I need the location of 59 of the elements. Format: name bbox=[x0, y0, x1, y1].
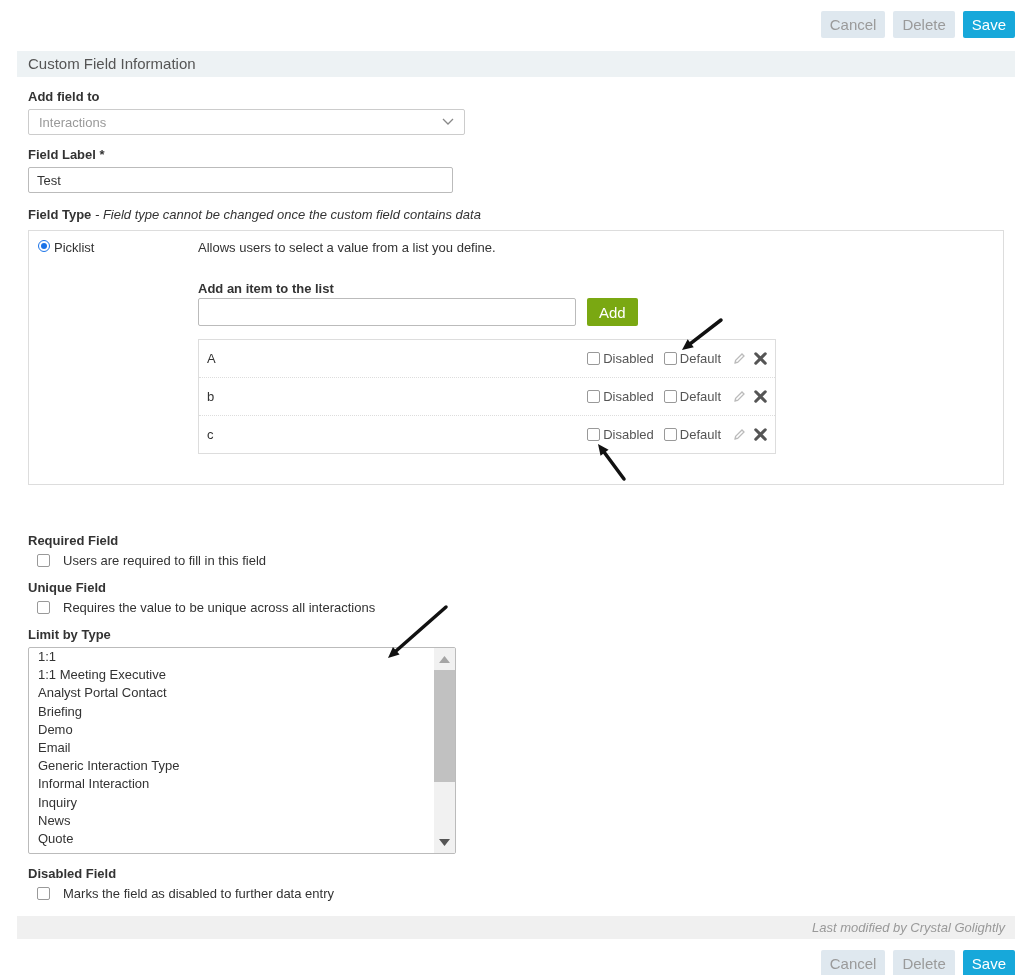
checkbox-label: Marks the field as disabled to further data entry bbox=[63, 886, 334, 901]
item-value: A bbox=[207, 351, 217, 366]
last-modified-text: Last modified by Crystal Golightly bbox=[812, 920, 1005, 935]
checkbox-label: Default bbox=[679, 351, 721, 366]
pencil-icon[interactable] bbox=[733, 352, 746, 365]
checkbox-label: Disabled bbox=[603, 389, 654, 404]
radio-button[interactable] bbox=[38, 240, 50, 252]
field-label: Limit by Type bbox=[28, 627, 112, 642]
checkbox[interactable] bbox=[37, 887, 50, 900]
list-item[interactable]: Quote bbox=[38, 829, 434, 849]
checkbox-label: Disabled bbox=[603, 351, 654, 366]
field-label: Disabled Field bbox=[28, 866, 118, 881]
checkbox[interactable] bbox=[663, 428, 677, 441]
item-value: c bbox=[207, 427, 215, 442]
scroll-thumb[interactable] bbox=[434, 670, 455, 782]
item-value: b bbox=[207, 389, 216, 404]
list-item[interactable]: 1:1 Meeting Executive bbox=[38, 666, 434, 685]
checkbox-label: Default bbox=[679, 427, 721, 442]
input-field[interactable] bbox=[198, 298, 576, 326]
checkbox-label: Default bbox=[679, 389, 721, 404]
checkbox[interactable] bbox=[587, 428, 601, 441]
field-label: Add an item to the list bbox=[198, 281, 335, 296]
list-item[interactable]: Generic Interaction Type bbox=[38, 757, 434, 776]
field-type-heading: Field Type - Field type cannot be changed once the custom field contains data bbox=[28, 207, 482, 222]
pencil-icon[interactable] bbox=[733, 428, 746, 441]
delete-icon[interactable] bbox=[754, 390, 767, 403]
field-label: Field Label * bbox=[28, 147, 106, 162]
checkbox[interactable] bbox=[37, 554, 50, 567]
scroll-down-icon bbox=[439, 839, 450, 846]
checkbox-label: Disabled bbox=[603, 427, 654, 442]
list-item[interactable]: Informal Interaction bbox=[38, 775, 434, 794]
delete-icon[interactable] bbox=[754, 428, 767, 441]
checkbox[interactable] bbox=[663, 390, 677, 403]
list-item[interactable]: Demo bbox=[38, 720, 434, 739]
text-field[interactable]: Test bbox=[28, 167, 453, 193]
field-label: Add field to bbox=[28, 89, 101, 104]
list-item[interactable]: News bbox=[38, 811, 434, 830]
field-label: Unique Field bbox=[28, 580, 107, 595]
delete-icon[interactable] bbox=[754, 352, 767, 365]
checkbox[interactable] bbox=[587, 390, 601, 403]
description-text: Allows users to select a value from a list you define. bbox=[198, 240, 497, 255]
list-item[interactable]: Briefing bbox=[38, 702, 434, 721]
checkbox-label: Users are required to fill in this field bbox=[63, 553, 267, 568]
list-item[interactable]: Email bbox=[38, 738, 434, 758]
checkbox-label: Requires the value to be unique across all interactions bbox=[63, 600, 376, 615]
checkbox[interactable] bbox=[587, 352, 601, 365]
pencil-icon[interactable] bbox=[733, 390, 746, 403]
list-box[interactable]: 1:1 1:1 Meeting Executive Analyst Portal Contact Briefing Demo Email Generic Interaction Type Informal Interaction Inquiry News Quote bbox=[28, 647, 456, 854]
section-title: Custom Field Information bbox=[17, 51, 1015, 77]
scroll-up-icon bbox=[439, 656, 450, 663]
checkbox[interactable] bbox=[37, 601, 50, 614]
list-item[interactable]: Inquiry bbox=[38, 793, 434, 812]
list-item[interactable]: Analyst Portal Contact bbox=[38, 684, 434, 703]
scrollbar[interactable] bbox=[434, 648, 455, 853]
list-item[interactable]: 1:1 bbox=[38, 648, 434, 667]
checkbox[interactable] bbox=[663, 352, 677, 365]
caret-icon bbox=[442, 118, 454, 126]
radio-label: Picklist bbox=[54, 240, 95, 255]
field-label: Required Field bbox=[28, 533, 120, 548]
